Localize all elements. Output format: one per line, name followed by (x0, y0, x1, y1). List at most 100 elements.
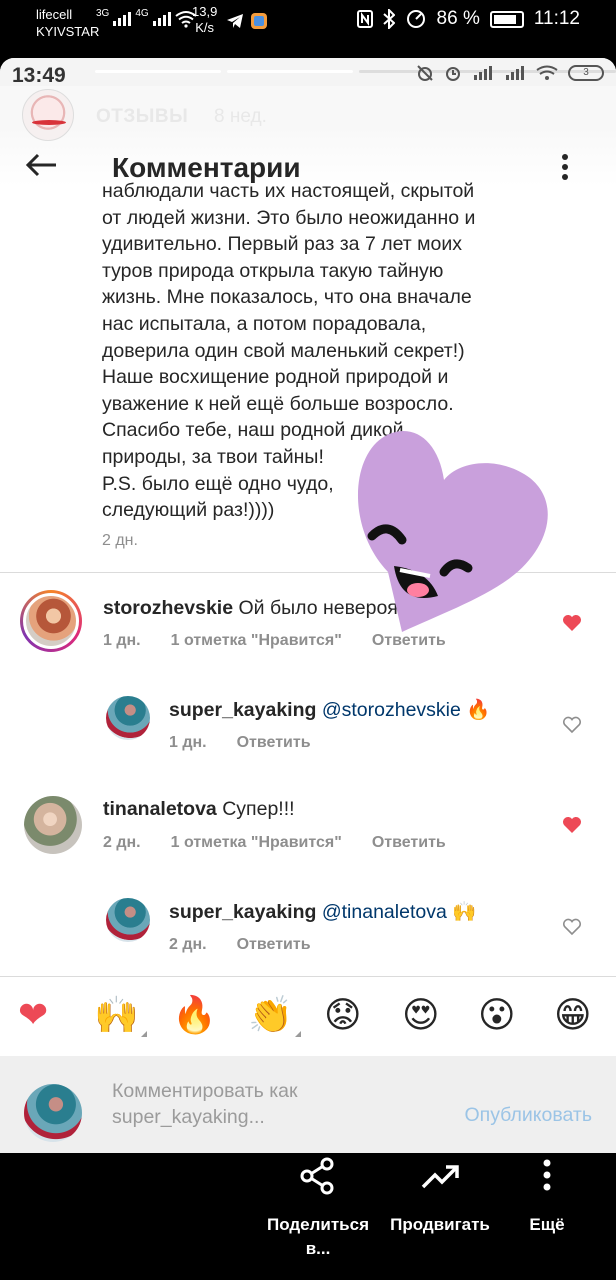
publish-button[interactable]: Опубликовать (464, 1104, 592, 1127)
reaction-surprised[interactable]: 😮 (478, 995, 516, 1037)
caption-line: удивительно. Первый раз за 7 лет моих (102, 233, 463, 256)
reaction-raised-hands[interactable]: 🙌 (94, 995, 147, 1037)
more-vertical-icon (543, 1159, 551, 1191)
system-status-bar: lifecell KYIVSTAR 3G 4G 13,9 K/s 86 % 11… (0, 0, 616, 58)
nfc-icon (356, 10, 373, 28)
inner-battery-icon: 3 (568, 65, 604, 81)
net-type-1: 3G (96, 8, 110, 19)
story-progress-segment (95, 70, 221, 73)
comment-emoji: 🔥 (460, 699, 491, 721)
promote-button[interactable]: Продвигать (384, 1157, 496, 1237)
signal-bars-icon (474, 66, 492, 80)
bluetooth-icon (382, 9, 395, 29)
signal-bars-icon (113, 12, 132, 26)
battery-icon (489, 10, 524, 28)
more-button[interactable]: Ещё (516, 1157, 578, 1237)
caption-line: доверила один свой маленький секрет!) (102, 339, 465, 362)
caption-line: наблюдали часть их настоящей, скрытой (102, 180, 475, 202)
like-heart-filled-icon[interactable] (562, 816, 582, 834)
story-actions-bar: Поделиться в... Продвигать Ещё (0, 1153, 616, 1280)
battery-percent: 86 % (436, 8, 480, 29)
caption-line: нас испытала, а потом порадовала, (102, 312, 427, 335)
story-avatar[interactable] (22, 89, 74, 141)
comment-likes[interactable]: 1 отметка "Нравится" (171, 632, 342, 649)
reaction-heart-eyes[interactable]: 😍 (402, 995, 440, 1037)
caption-line: жизнь. Мне показалось, что она вначале (102, 286, 472, 309)
caption-line: туров природа открыла такую тайную (102, 259, 444, 282)
comment-text: super_kayaking @storozhevskie 🔥 (169, 698, 491, 722)
comment-meta: 2 дн. Ответить (169, 936, 341, 954)
share-icon (300, 1157, 334, 1195)
avatar (24, 1084, 82, 1142)
caption-line: уважение к ней ещё больше возросло. (102, 392, 454, 415)
like-heart-outline-icon[interactable] (562, 918, 582, 936)
reply-button[interactable]: Ответить (237, 734, 311, 751)
comment-time: 1 дн. (169, 734, 207, 751)
like-heart-filled-icon[interactable] (562, 614, 582, 632)
quick-reactions-bar: ❤ 🙌 🔥 👏 😟 😍 😮 😁 (0, 976, 616, 1056)
share-button[interactable]: Поделиться в... (262, 1157, 374, 1261)
caption-line: Наше восхищение родной природой и (102, 366, 449, 389)
comment-username[interactable]: tinanaletova (103, 798, 217, 820)
comment-meta: 2 дн. 1 отметка "Нравится" Ответить (103, 834, 476, 852)
reaction-fire[interactable]: 🔥 (172, 995, 217, 1037)
carrier-top: lifecell (36, 7, 73, 22)
like-heart-outline-icon[interactable] (562, 716, 582, 734)
comment-emoji: 🙌 (446, 901, 477, 923)
app-notification-icon (251, 13, 267, 29)
comment-time: 1 дн. (103, 632, 141, 649)
reaction-clap[interactable]: 👏 (248, 995, 301, 1037)
signal-bars-icon (152, 12, 171, 26)
story-title: ОТЗЫВЫ (96, 106, 189, 127)
comment-body: Супер!!! (216, 798, 295, 820)
comments-header: ОТЗЫВЫ 8 нед. Комментарии (0, 86, 616, 186)
signal-bars-icon (506, 66, 524, 80)
wifi-icon (536, 65, 558, 80)
network-speed: 13,9 K/s (192, 4, 218, 35)
data-saver-icon (406, 10, 425, 28)
comment-meta: 1 дн. Ответить (169, 734, 341, 752)
reply-button[interactable]: Ответить (237, 936, 311, 953)
comment-time: 2 дн. (169, 936, 207, 953)
alarm-icon (446, 67, 460, 81)
story-age: 8 нед. (214, 106, 267, 127)
avatar[interactable] (24, 796, 82, 854)
telegram-icon (227, 14, 243, 28)
mention-link[interactable]: @storozhevskie (316, 699, 461, 721)
avatar[interactable] (106, 696, 150, 740)
reaction-sad[interactable]: 😟 (324, 995, 362, 1037)
clock: 11:12 (533, 8, 580, 29)
avatar[interactable] (20, 590, 82, 652)
comment-meta: 1 дн. 1 отметка "Нравится" Ответить (103, 632, 476, 650)
comment-likes[interactable]: 1 отметка "Нравится" (171, 834, 342, 851)
comment-username[interactable]: super_kayaking (169, 901, 316, 923)
avatar[interactable] (106, 898, 150, 942)
reaction-grin[interactable]: 😁 (554, 995, 592, 1037)
heart-face-sticker (357, 431, 548, 632)
carrier-bottom: KYIVSTAR (36, 24, 100, 39)
alarm-off-icon (417, 65, 433, 81)
net-type-2: 4G (135, 8, 149, 19)
story-progress-segment (226, 70, 353, 73)
instagram-comments-screen: 13:49 3 ОТЗЫВЫ 8 нед. Комментарии наблюд… (0, 58, 616, 1153)
reply-button[interactable]: Ответить (372, 632, 446, 649)
reaction-heart[interactable]: ❤ (18, 995, 48, 1037)
mention-link[interactable]: @tinanaletova (316, 901, 447, 923)
reply-button[interactable]: Ответить (372, 834, 446, 851)
inner-clock: 13:49 (12, 64, 66, 87)
comment-composer: Комментировать как super_kayaking... Опу… (0, 1056, 616, 1153)
comment-input[interactable]: Комментировать как super_kayaking... (112, 1078, 298, 1130)
signal-icons: 3G 4G (96, 8, 197, 28)
comment-time: 2 дн. (103, 834, 141, 851)
comment-text: tinanaletova Супер!!! (103, 798, 295, 821)
status-right: 86 % 11:12 (356, 8, 580, 30)
carrier-names: lifecell KYIVSTAR (36, 6, 99, 40)
trending-up-icon (421, 1165, 459, 1189)
comment-username[interactable]: super_kayaking (169, 699, 316, 721)
comment-text: super_kayaking @tinanaletova 🙌 (169, 900, 477, 924)
back-arrow-icon[interactable] (24, 152, 58, 178)
caption-time: 2 дн. (102, 532, 138, 549)
comment-username[interactable]: storozhevskie (103, 597, 233, 619)
caption-line: от людей жизни. Это было неожиданно и (102, 206, 476, 229)
inner-status-icons: 3 (416, 64, 604, 82)
